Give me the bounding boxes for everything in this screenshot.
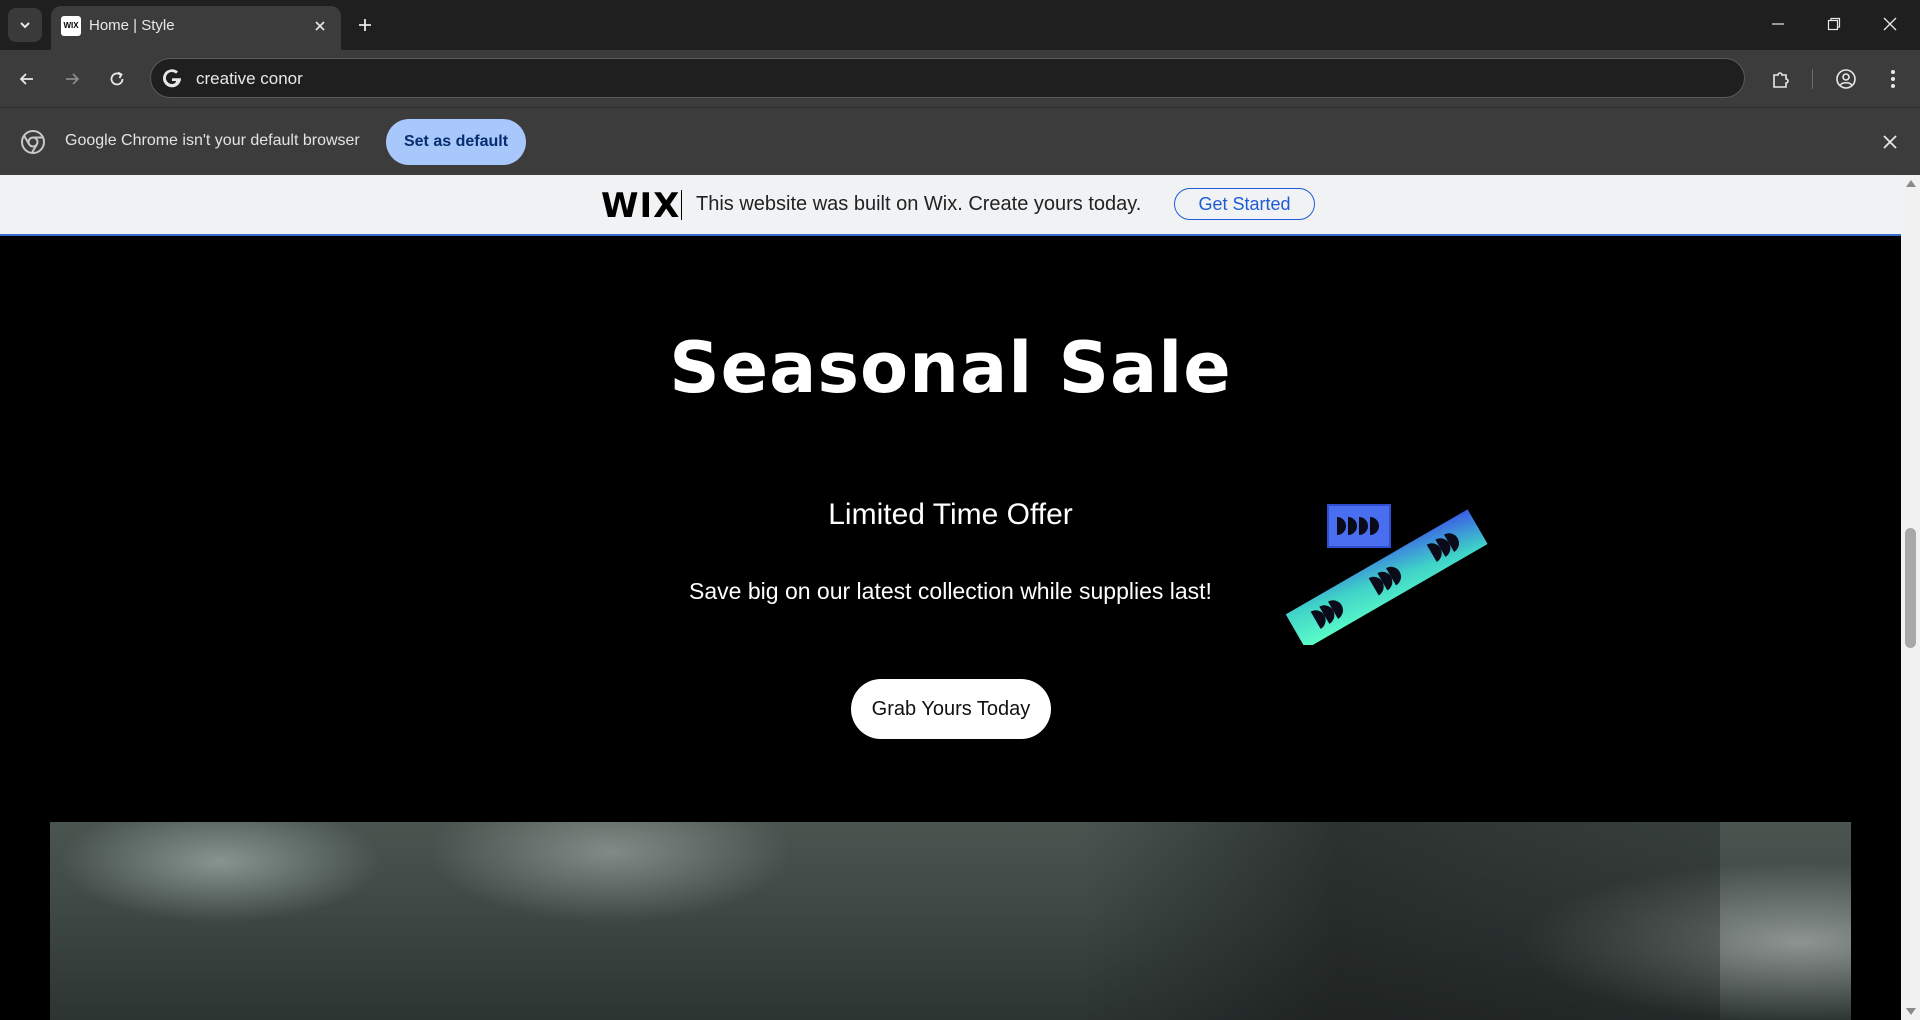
restore-icon bbox=[1827, 17, 1841, 31]
minimize-icon bbox=[1772, 23, 1784, 25]
address-bar[interactable]: creative conor bbox=[150, 58, 1745, 98]
toolbar-divider bbox=[1812, 69, 1813, 89]
arrow-right-icon bbox=[66, 73, 80, 85]
browser-toolbar: creative conor bbox=[0, 50, 1920, 107]
forward-button[interactable] bbox=[55, 62, 89, 96]
infobar-close-button[interactable] bbox=[1878, 130, 1902, 154]
window-close-button[interactable] bbox=[1862, 0, 1918, 48]
puzzle-icon bbox=[1773, 72, 1789, 88]
chevron-down-icon bbox=[20, 22, 30, 29]
close-icon bbox=[1883, 135, 1897, 149]
wix-banner: WIX This website was built on Wix. Creat… bbox=[0, 175, 1901, 236]
set-default-button[interactable]: Set as default bbox=[386, 119, 526, 165]
browser-tab[interactable]: WIX Home | Style bbox=[51, 6, 341, 50]
get-started-button[interactable]: Get Started bbox=[1174, 188, 1315, 220]
page-viewport: WIX This website was built on Wix. Creat… bbox=[0, 175, 1920, 1020]
page-scrollbar[interactable] bbox=[1901, 175, 1920, 1020]
address-text: creative conor bbox=[196, 69, 303, 88]
scrollbar-thumb[interactable] bbox=[1905, 528, 1916, 648]
image-shade bbox=[1080, 822, 1720, 1020]
default-browser-infobar: Google Chrome isn't your default browser… bbox=[0, 107, 1920, 175]
more-vert-icon bbox=[1891, 70, 1895, 88]
reload-button[interactable] bbox=[100, 62, 134, 96]
account-icon bbox=[1836, 69, 1856, 89]
plus-icon bbox=[359, 19, 371, 31]
hero-title: Seasonal Sale bbox=[669, 327, 1232, 409]
hero-description: Save big on our latest collection while … bbox=[689, 578, 1212, 604]
infobar-message: Google Chrome isn't your default browser bbox=[65, 132, 360, 149]
extensions-button[interactable] bbox=[1764, 62, 1798, 96]
wix-logo[interactable]: WIX bbox=[601, 186, 680, 226]
wix-banner-text: This website was built on Wix. Create yo… bbox=[696, 193, 1142, 215]
grab-yours-today-button[interactable]: Grab Yours Today bbox=[851, 679, 1051, 739]
wix-banner-divider bbox=[681, 190, 682, 220]
tab-title: Home | Style bbox=[89, 17, 175, 34]
profile-button[interactable] bbox=[1829, 62, 1863, 96]
google-icon bbox=[163, 69, 182, 88]
menu-button[interactable] bbox=[1876, 62, 1910, 96]
back-button[interactable] bbox=[10, 62, 44, 96]
new-tab-button[interactable] bbox=[352, 12, 378, 38]
tab-search-button[interactable] bbox=[8, 8, 42, 42]
arrow-left-icon bbox=[19, 73, 33, 85]
reload-icon bbox=[110, 71, 124, 86]
tab-strip: WIX Home | Style bbox=[0, 0, 1920, 50]
wix-favicon-icon: WIX bbox=[61, 16, 81, 36]
close-icon bbox=[315, 21, 325, 31]
hero-subtitle: Limited Time Offer bbox=[828, 498, 1073, 531]
tab-close-button[interactable] bbox=[309, 15, 331, 37]
decorative-sticker-graphic bbox=[1285, 504, 1488, 645]
scroll-down-arrow-icon[interactable] bbox=[1906, 1008, 1916, 1015]
hero-background-image bbox=[50, 822, 1851, 1020]
close-icon bbox=[1883, 17, 1897, 31]
restore-button[interactable] bbox=[1806, 0, 1862, 48]
minimize-button[interactable] bbox=[1750, 0, 1806, 48]
chrome-icon bbox=[21, 130, 45, 154]
scroll-up-arrow-icon[interactable] bbox=[1906, 180, 1916, 187]
